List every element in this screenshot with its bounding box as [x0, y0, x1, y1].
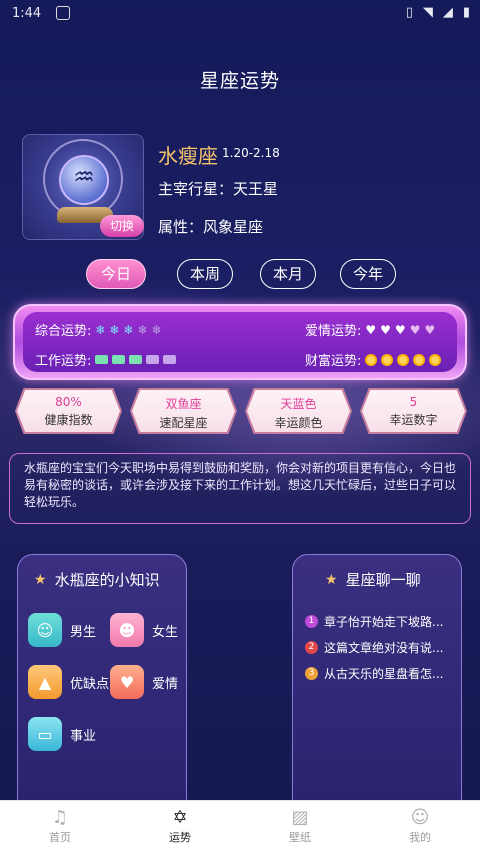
music-note-icon: ♫ — [51, 807, 69, 828]
coin-icon — [397, 353, 410, 366]
overall-luck: 综合运势: ❄ ❄ ❄ ❄ ❄ — [35, 320, 162, 340]
female-icon: ☻ — [110, 613, 144, 647]
status-time: 1:44 — [12, 6, 42, 21]
lucky-color-badge: 天蓝色 幸运颜色 — [247, 390, 350, 432]
knowledge-female[interactable]: ☻ 女生 — [110, 613, 178, 647]
tab-week[interactable]: 本周 — [177, 259, 233, 289]
chat-item[interactable]: 1 章子怡开始走下坡路... — [305, 613, 443, 630]
notification-icon — [56, 6, 70, 20]
knowledge-love[interactable]: ♥ 爱情 — [110, 665, 178, 699]
heart-icon: ♥ — [394, 322, 406, 337]
wealth-luck-label: 财富运势: — [305, 354, 362, 369]
switch-sign-button[interactable]: 切换 — [100, 215, 144, 237]
love-luck-rating: ♥ ♥ ♥ ♥ ♥ — [365, 322, 436, 337]
computer-icon — [129, 355, 143, 364]
knowledge-pros-cons[interactable]: ▲ 优缺点 — [28, 665, 109, 699]
aquarius-icon: ♒ — [73, 163, 95, 191]
work-luck: 工作运势: — [35, 350, 177, 369]
tab-month[interactable]: 本月 — [260, 259, 316, 289]
love-luck-label: 爱情运势: — [305, 324, 362, 339]
coin-icon — [413, 353, 426, 366]
chat-item[interactable]: 2 这篇文章绝对没有说... — [305, 639, 443, 656]
health-index-badge: 80% 健康指数 — [17, 390, 120, 432]
chat-card: ★ 星座聊一聊 1 章子怡开始走下坡路... 2 这篇文章绝对没有说... 3 … — [292, 554, 462, 804]
chat-title: 星座聊一聊 — [345, 571, 421, 589]
work-luck-label: 工作运势: — [35, 354, 92, 369]
nav-mine[interactable]: ☺ 我的 — [380, 807, 460, 845]
wealth-luck: 财富运势: — [305, 350, 442, 369]
page-title: 星座运势 — [199, 70, 280, 92]
star-icon: ★ — [34, 571, 47, 588]
heart-icon: ♥ — [409, 322, 421, 337]
wifi-icon: ◥ — [422, 5, 433, 20]
health-index-value: 80% — [55, 395, 82, 409]
sign-dates: 1.20-2.18 — [222, 146, 280, 160]
nav-fortune[interactable]: ✡ 运势 — [140, 807, 220, 845]
knowledge-male[interactable]: ☺ 男生 — [28, 613, 96, 647]
knowledge-title: 水瓶座的小知识 — [54, 571, 160, 589]
lucky-color-value: 天蓝色 — [280, 397, 317, 411]
sign-name: 水瘦座 — [158, 144, 218, 168]
overall-luck-label: 综合运势: — [35, 324, 92, 339]
signal-icon: ◢ — [442, 5, 453, 20]
heart-icon: ♥ — [424, 322, 436, 337]
computer-icon — [112, 355, 126, 364]
health-index-label: 健康指数 — [44, 413, 93, 427]
computer-icon — [146, 355, 160, 364]
chat-item[interactable]: 3 从古天乐的星盘看怎... — [305, 665, 443, 682]
computer-icon — [95, 355, 109, 364]
lucky-number-value: 5 — [409, 395, 418, 409]
lucky-color-label: 幸运颜色 — [274, 416, 323, 430]
snowflake-icon: ❄ — [151, 322, 162, 337]
nav-home[interactable]: ♫ 首页 — [20, 807, 100, 845]
image-icon: ▨ — [291, 807, 309, 828]
coin-icon — [429, 353, 442, 366]
match-sign-badge: 双鱼座 速配星座 — [132, 390, 235, 432]
love-luck: 爱情运势: ♥ ♥ ♥ ♥ ♥ — [305, 320, 436, 340]
monitor-icon: ▭ — [28, 717, 62, 751]
bottom-nav: ♫ 首页 ✡ 运势 ▨ 壁纸 ☺ 我的 — [0, 800, 480, 853]
graduation-cap-icon: ▲ — [28, 665, 62, 699]
tab-year[interactable]: 今年 — [340, 259, 396, 289]
face-icon: ☺ — [410, 807, 430, 828]
vibrate-icon: ▯ — [405, 5, 413, 20]
match-sign-label: 速配星座 — [159, 416, 208, 430]
match-sign-value: 双鱼座 — [165, 397, 202, 411]
status-bar: 1:44 ▯ ◥ ◢ ▮ — [0, 0, 480, 28]
snowflake-icon: ❄ — [137, 322, 148, 337]
heart-icon: ♥ — [110, 665, 144, 699]
knowledge-card: ★ 水瓶座的小知识 ☺ 男生 ☻ 女生 ▲ 优缺点 ♥ 爱情 ▭ 事业 — [17, 554, 187, 804]
heart-icon: ♥ — [365, 322, 377, 337]
battery-icon: ▮ — [462, 5, 470, 20]
tab-today[interactable]: 今日 — [86, 259, 146, 289]
wealth-luck-rating — [365, 353, 442, 366]
knowledge-career[interactable]: ▭ 事业 — [28, 717, 96, 751]
heart-icon: ♥ — [380, 322, 391, 337]
snowflake-icon: ❄ — [109, 322, 120, 337]
star-icon: ★ — [325, 571, 338, 588]
snowflake-icon: ❄ — [95, 322, 106, 337]
lucky-number-badge: 5 幸运数字 — [362, 390, 465, 432]
sign-attribute: 属性：风象星座 — [158, 218, 264, 236]
computer-icon — [163, 355, 177, 364]
star-of-david-icon: ✡ — [172, 807, 188, 828]
fortune-description: 水瓶座的宝宝们今天职场中易得到鼓励和奖励，你会对新的项目更有信心，今日也易有秘密… — [9, 453, 471, 524]
ruling-planet: 主宰行星：天王星 — [158, 180, 279, 198]
luck-panel: 综合运势: ❄ ❄ ❄ ❄ ❄ 爱情运势: ♥ ♥ ♥ ♥ ♥ 工作运势: 财富… — [13, 304, 467, 380]
nav-wallpaper[interactable]: ▨ 壁纸 — [260, 807, 340, 845]
male-icon: ☺ — [28, 613, 62, 647]
coin-icon — [381, 353, 394, 366]
overall-luck-rating: ❄ ❄ ❄ ❄ ❄ — [95, 322, 162, 337]
lucky-number-label: 幸运数字 — [389, 413, 438, 427]
coin-icon — [365, 353, 378, 366]
snowflake-icon: ❄ — [123, 322, 134, 337]
work-luck-rating — [95, 355, 177, 364]
